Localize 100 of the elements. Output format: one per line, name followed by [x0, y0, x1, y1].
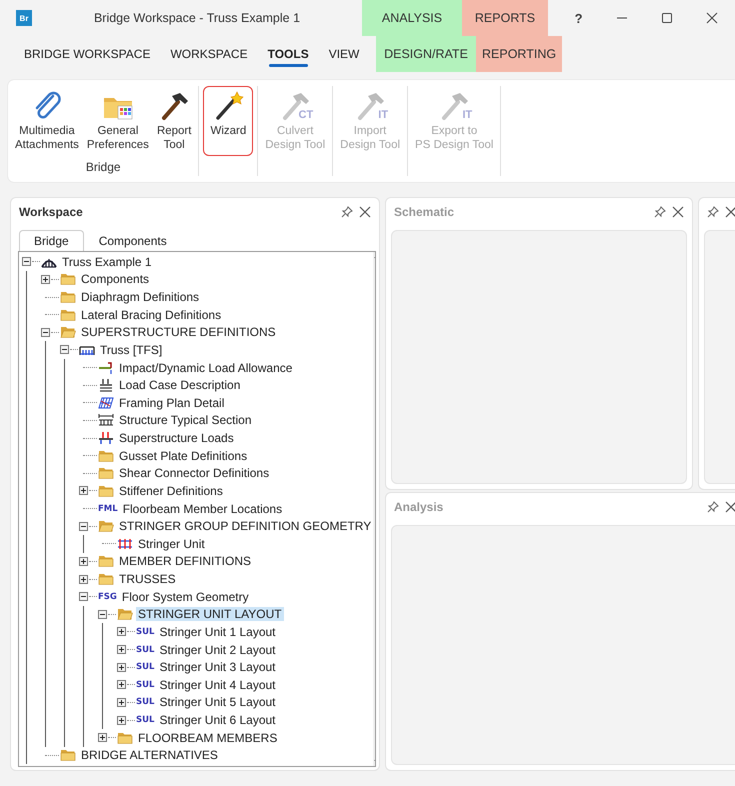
- tree-item[interactable]: Stringer Unit 5 Layout: [157, 695, 278, 710]
- folder-icon: [98, 484, 114, 498]
- pin-icon[interactable]: [707, 501, 719, 513]
- tree-item[interactable]: Stringer Unit 1 Layout: [157, 624, 278, 639]
- tree-item[interactable]: Stringer Unit 4 Layout: [157, 678, 278, 692]
- tree-item[interactable]: SUPERSTRUCTURE DEFINITIONS: [79, 325, 278, 340]
- ribbon-button[interactable]: General Preferences: [84, 86, 152, 156]
- collapse-icon[interactable]: [98, 610, 107, 619]
- context-group-label: ANALYSIS: [362, 0, 462, 36]
- collapse-icon[interactable]: [79, 592, 88, 602]
- ribbon-group-label: Bridge: [84, 160, 122, 176]
- pin-icon[interactable]: [654, 206, 666, 218]
- badge-icon: FSG: [98, 592, 117, 602]
- framing-grid-icon: [98, 396, 114, 410]
- folder-icon: [117, 730, 133, 745]
- tree-item[interactable]: Truss Example 1: [60, 254, 154, 269]
- expand-icon[interactable]: [117, 698, 126, 707]
- collapse-icon[interactable]: [60, 345, 69, 354]
- app-logo: Br: [16, 10, 32, 26]
- expand-icon[interactable]: [117, 662, 126, 672]
- stringer-grid-icon: [117, 536, 133, 551]
- folder-icon: [98, 572, 114, 586]
- folder-icon: [60, 308, 76, 322]
- tree-item[interactable]: Impact/Dynamic Load Allowance: [117, 360, 294, 375]
- close-icon[interactable]: [725, 206, 735, 218]
- tree-item[interactable]: Framing Plan Detail: [117, 396, 226, 410]
- folder-icon: [98, 554, 114, 568]
- ribbon-button[interactable]: Wizard: [203, 86, 254, 156]
- expand-icon[interactable]: [117, 627, 126, 636]
- tree-item[interactable]: Stringer Unit 2 Layout: [157, 642, 278, 657]
- pin-icon[interactable]: [341, 206, 353, 218]
- tree-item[interactable]: Structure Typical Section: [117, 413, 254, 428]
- collapse-icon[interactable]: [22, 257, 31, 266]
- tree-item[interactable]: Superstructure Loads: [117, 431, 236, 446]
- expand-icon[interactable]: [117, 645, 126, 654]
- load-allowance-icon: [98, 360, 114, 375]
- expand-icon[interactable]: [79, 556, 88, 566]
- help-button[interactable]: ?: [574, 10, 583, 26]
- close-icon[interactable]: [725, 501, 735, 513]
- ribbon-tab[interactable]: WORKSPACE: [160, 41, 258, 67]
- expand-icon[interactable]: [117, 716, 126, 725]
- tree-item[interactable]: Diaphragm Definitions: [79, 290, 202, 304]
- panel-title: Schematic: [394, 205, 456, 219]
- folder-icon: [60, 290, 76, 304]
- ribbon-tab[interactable]: BRIDGE WORKSPACE: [14, 41, 160, 67]
- window-title: Bridge Workspace - Truss Example 1: [92, 11, 302, 25]
- badge-icon: SUL: [136, 626, 154, 637]
- badge-icon: SUL: [136, 644, 154, 655]
- panel-title: Workspace: [19, 205, 84, 219]
- panel-tab[interactable]: Components: [84, 230, 182, 251]
- expand-icon[interactable]: [98, 733, 107, 742]
- badge-icon: SUL: [136, 680, 154, 690]
- tree-item[interactable]: Gusset Plate Definitions: [117, 448, 250, 463]
- ribbon-button[interactable]: Report Tool: [154, 86, 194, 156]
- tree-item[interactable]: Load Case Description: [117, 378, 242, 392]
- typical-section-icon: [98, 413, 114, 428]
- tree-item[interactable]: STRINGER GROUP DEFINITION GEOMETRY: [117, 519, 374, 534]
- tree-item[interactable]: FLOORBEAM MEMBERS: [136, 730, 280, 745]
- ribbon-tab[interactable]: TOOLS: [258, 41, 319, 67]
- tree-item[interactable]: Floor System Geometry: [120, 590, 251, 604]
- folder-icon: [98, 448, 114, 463]
- badge-icon: FML: [98, 504, 118, 514]
- ribbon-tab[interactable]: VIEW: [318, 41, 370, 67]
- tree-item[interactable]: Shear Connector Definitions: [117, 466, 272, 480]
- load-case-icon: [98, 378, 114, 392]
- badge-icon: SUL: [136, 662, 154, 672]
- tree-item[interactable]: Truss [TFS]: [98, 342, 164, 357]
- tree-item[interactable]: MEMBER DEFINITIONS: [117, 554, 254, 568]
- panel-tab[interactable]: Bridge: [19, 230, 84, 251]
- tree-item[interactable]: Floorbeam Member Locations: [120, 502, 284, 516]
- open-folder-icon: [60, 325, 76, 340]
- ribbon-button[interactable]: Multimedia Attachments: [12, 86, 82, 156]
- expand-icon[interactable]: [117, 680, 126, 690]
- icon-label: IT: [378, 108, 388, 122]
- tree-item[interactable]: STRINGER UNIT LAYOUT: [136, 607, 284, 622]
- collapse-icon[interactable]: [41, 328, 50, 337]
- tree-item[interactable]: Stringer Unit 6 Layout: [157, 713, 278, 728]
- tree-item[interactable]: TRUSSES: [117, 572, 178, 586]
- maximize-icon[interactable]: [661, 12, 674, 24]
- icon-label: CT: [298, 108, 314, 122]
- tree-item[interactable]: Components: [79, 272, 152, 286]
- badge-icon: SUL: [136, 697, 154, 708]
- pin-icon[interactable]: [707, 206, 719, 218]
- folder-icon: [60, 272, 76, 286]
- tree-item[interactable]: Stringer Unit 3 Layout: [157, 660, 278, 674]
- expand-icon[interactable]: [79, 574, 88, 584]
- loads-icon: [98, 431, 114, 446]
- tree-item[interactable]: BRIDGE ALTERNATIVES: [79, 748, 220, 762]
- folder-icon: [98, 466, 114, 480]
- expand-icon[interactable]: [41, 274, 50, 284]
- collapse-icon[interactable]: [79, 522, 88, 531]
- open-folder-icon: [98, 519, 114, 534]
- tree-item[interactable]: Stiffener Definitions: [117, 484, 225, 498]
- close-icon[interactable]: [706, 12, 718, 24]
- tree-item[interactable]: Lateral Bracing Definitions: [79, 308, 224, 322]
- context-group-label: REPORTS: [462, 0, 548, 36]
- expand-icon[interactable]: [79, 486, 88, 496]
- tree-item[interactable]: Stringer Unit: [136, 536, 207, 551]
- close-icon[interactable]: [359, 206, 371, 218]
- close-icon[interactable]: [672, 206, 684, 218]
